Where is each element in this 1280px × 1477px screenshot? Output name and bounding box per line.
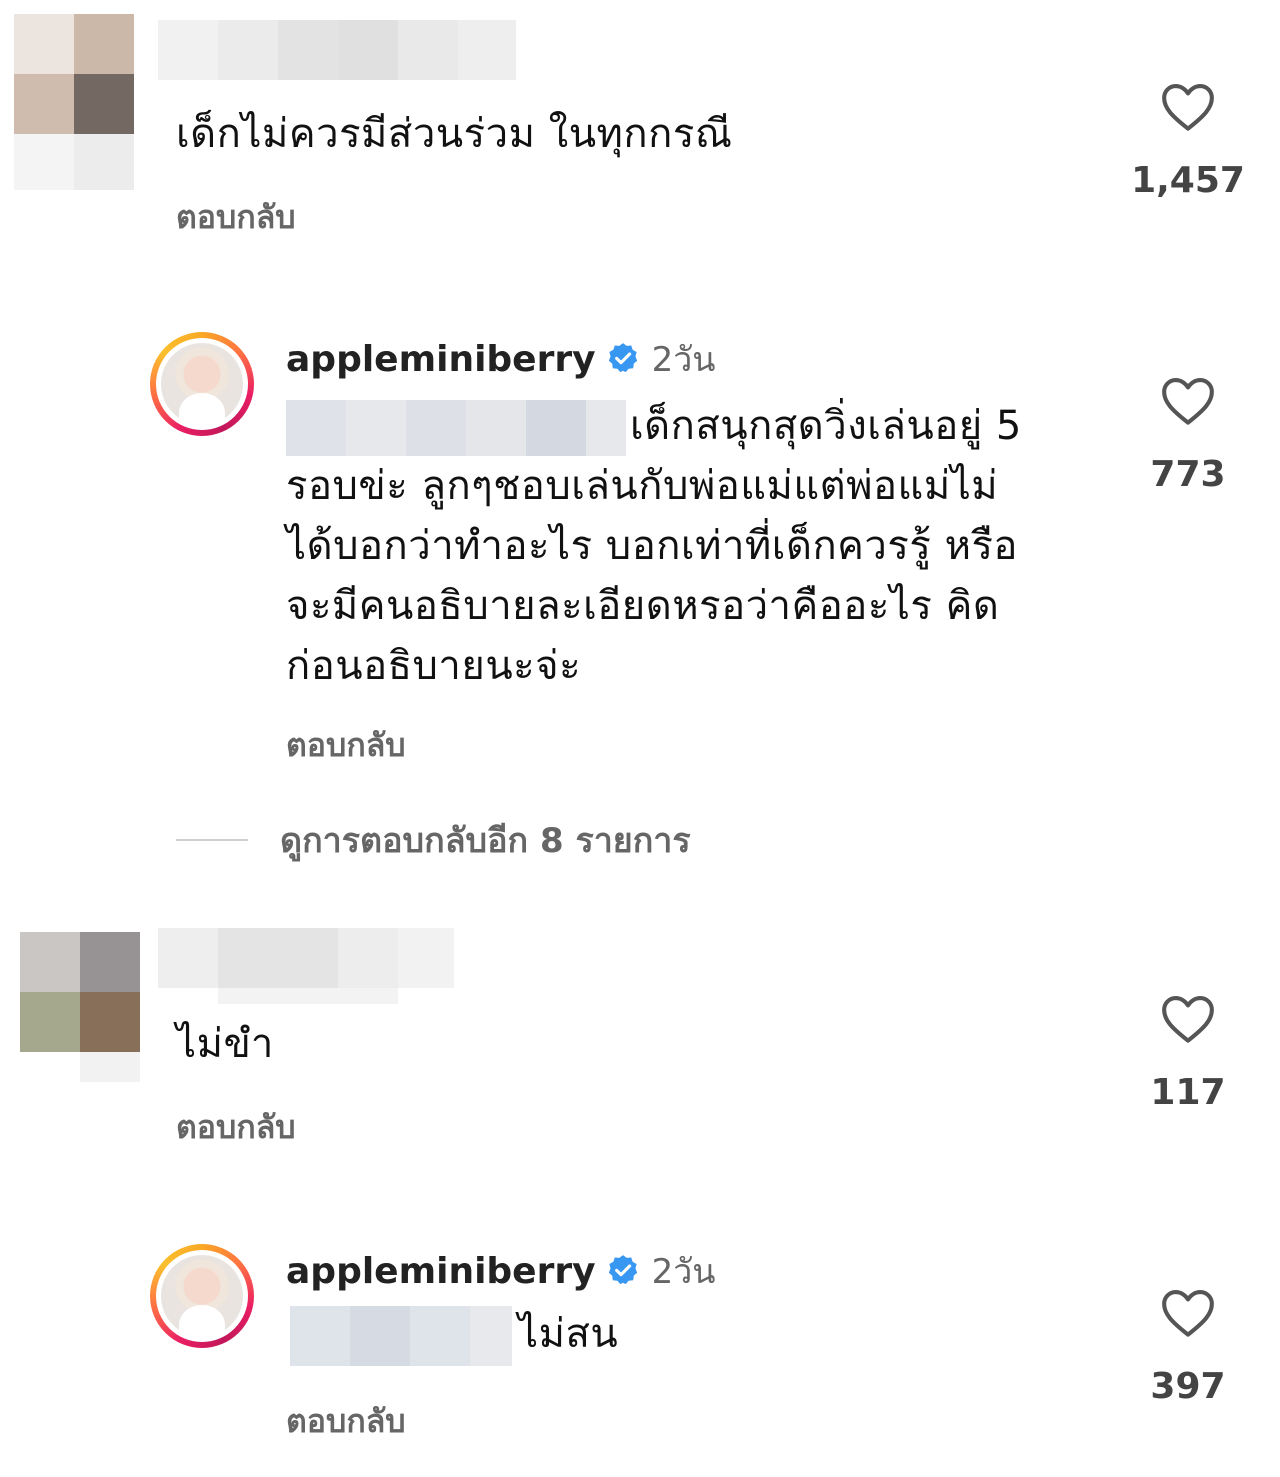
reply-body: เด็กสนุกสุดวิ่งเล่นอยู่ 5 รอบข่ะ ลูกๆชอบ… <box>286 396 1106 696</box>
mention-pixelated[interactable] <box>286 400 626 456</box>
reply-time: 2วัน <box>651 340 716 380</box>
comment-text: เด็กไม่ควรมีส่วนร่วม ในทุกกรณี <box>176 111 733 157</box>
reply-button[interactable]: ตอบกลับ <box>176 1102 296 1153</box>
reply-username[interactable]: appleminiberry <box>286 1251 596 1292</box>
like-button[interactable]: 397 <box>1118 1288 1258 1407</box>
divider-line <box>176 839 248 841</box>
like-count: 1,457 <box>1131 160 1245 201</box>
reply-avatar[interactable] <box>150 1244 254 1348</box>
reply-time: 2วัน <box>651 1252 716 1292</box>
like-count: 397 <box>1150 1366 1226 1407</box>
like-button[interactable]: 1,457 <box>1118 82 1258 201</box>
like-count: 117 <box>1150 1072 1226 1113</box>
reply-text-line: เด็กสนุกสุดวิ่งเล่นอยู่ 5 <box>630 403 1022 449</box>
heart-icon[interactable] <box>1160 82 1216 132</box>
reply-avatar[interactable] <box>150 332 254 436</box>
reply-2: appleminiberry 2วัน ไม่สน ตอบกลับ 397 <box>0 1232 1280 1472</box>
comment-2: ไม่ขำ ตอบกลับ 117 <box>0 920 1280 1160</box>
avatar-photo <box>161 343 243 425</box>
reply-text-line: ก่อนอธิบายนะจ่ะ <box>286 643 582 689</box>
commenter-avatar-pixelated[interactable] <box>20 932 142 1082</box>
reply-text-line: จะมีคนอธิบายละเอียดหรอว่าคืออะไร คิด <box>286 583 1000 629</box>
heart-icon[interactable] <box>1160 376 1216 426</box>
reply-button[interactable]: ตอบกลับ <box>286 720 406 771</box>
commenter-avatar-pixelated[interactable] <box>14 14 154 190</box>
comment-text: ไม่ขำ <box>176 1021 274 1067</box>
view-more-label[interactable]: ดูการตอบกลับอีก 8 รายการ <box>280 813 691 867</box>
comment-1: เด็กไม่ควรมีส่วนร่วม ในทุกกรณี ตอบกลับ 1… <box>0 0 1280 250</box>
reply-username[interactable]: appleminiberry <box>286 339 596 380</box>
reply-header: appleminiberry 2วัน <box>286 332 716 386</box>
reply-text: ไม่สน <box>518 1311 619 1357</box>
mention-pixelated[interactable] <box>290 1306 512 1366</box>
verified-badge-icon <box>608 343 637 373</box>
like-count: 773 <box>1150 454 1226 495</box>
commenter-username-pixelated[interactable] <box>158 20 516 80</box>
reply-text-line: รอบข่ะ ลูกๆชอบเล่นกับพ่อแม่แต่พ่อแม่ไม่ <box>286 463 999 509</box>
reply-button[interactable]: ตอบกลับ <box>176 192 296 243</box>
reply-button[interactable]: ตอบกลับ <box>286 1396 406 1447</box>
heart-icon[interactable] <box>1160 994 1216 1044</box>
like-button[interactable]: 117 <box>1118 994 1258 1113</box>
reply-text-line: ได้บอกว่าทำอะไร บอกเท่าที่เด็กควรรู้ หรื… <box>286 523 1018 569</box>
like-button[interactable]: 773 <box>1118 376 1258 495</box>
verified-badge-icon <box>608 1255 637 1285</box>
reply-body: ไม่สน <box>290 1304 618 1366</box>
reply-1: appleminiberry 2วัน เด็กสนุกสุดวิ่งเล่นอย… <box>0 320 1280 780</box>
reply-header: appleminiberry 2วัน <box>286 1244 716 1298</box>
avatar-photo <box>161 1255 243 1337</box>
heart-icon[interactable] <box>1160 1288 1216 1338</box>
view-more-replies[interactable]: ดูการตอบกลับอีก 8 รายการ <box>176 812 691 868</box>
commenter-username-pixelated[interactable] <box>158 928 454 1004</box>
